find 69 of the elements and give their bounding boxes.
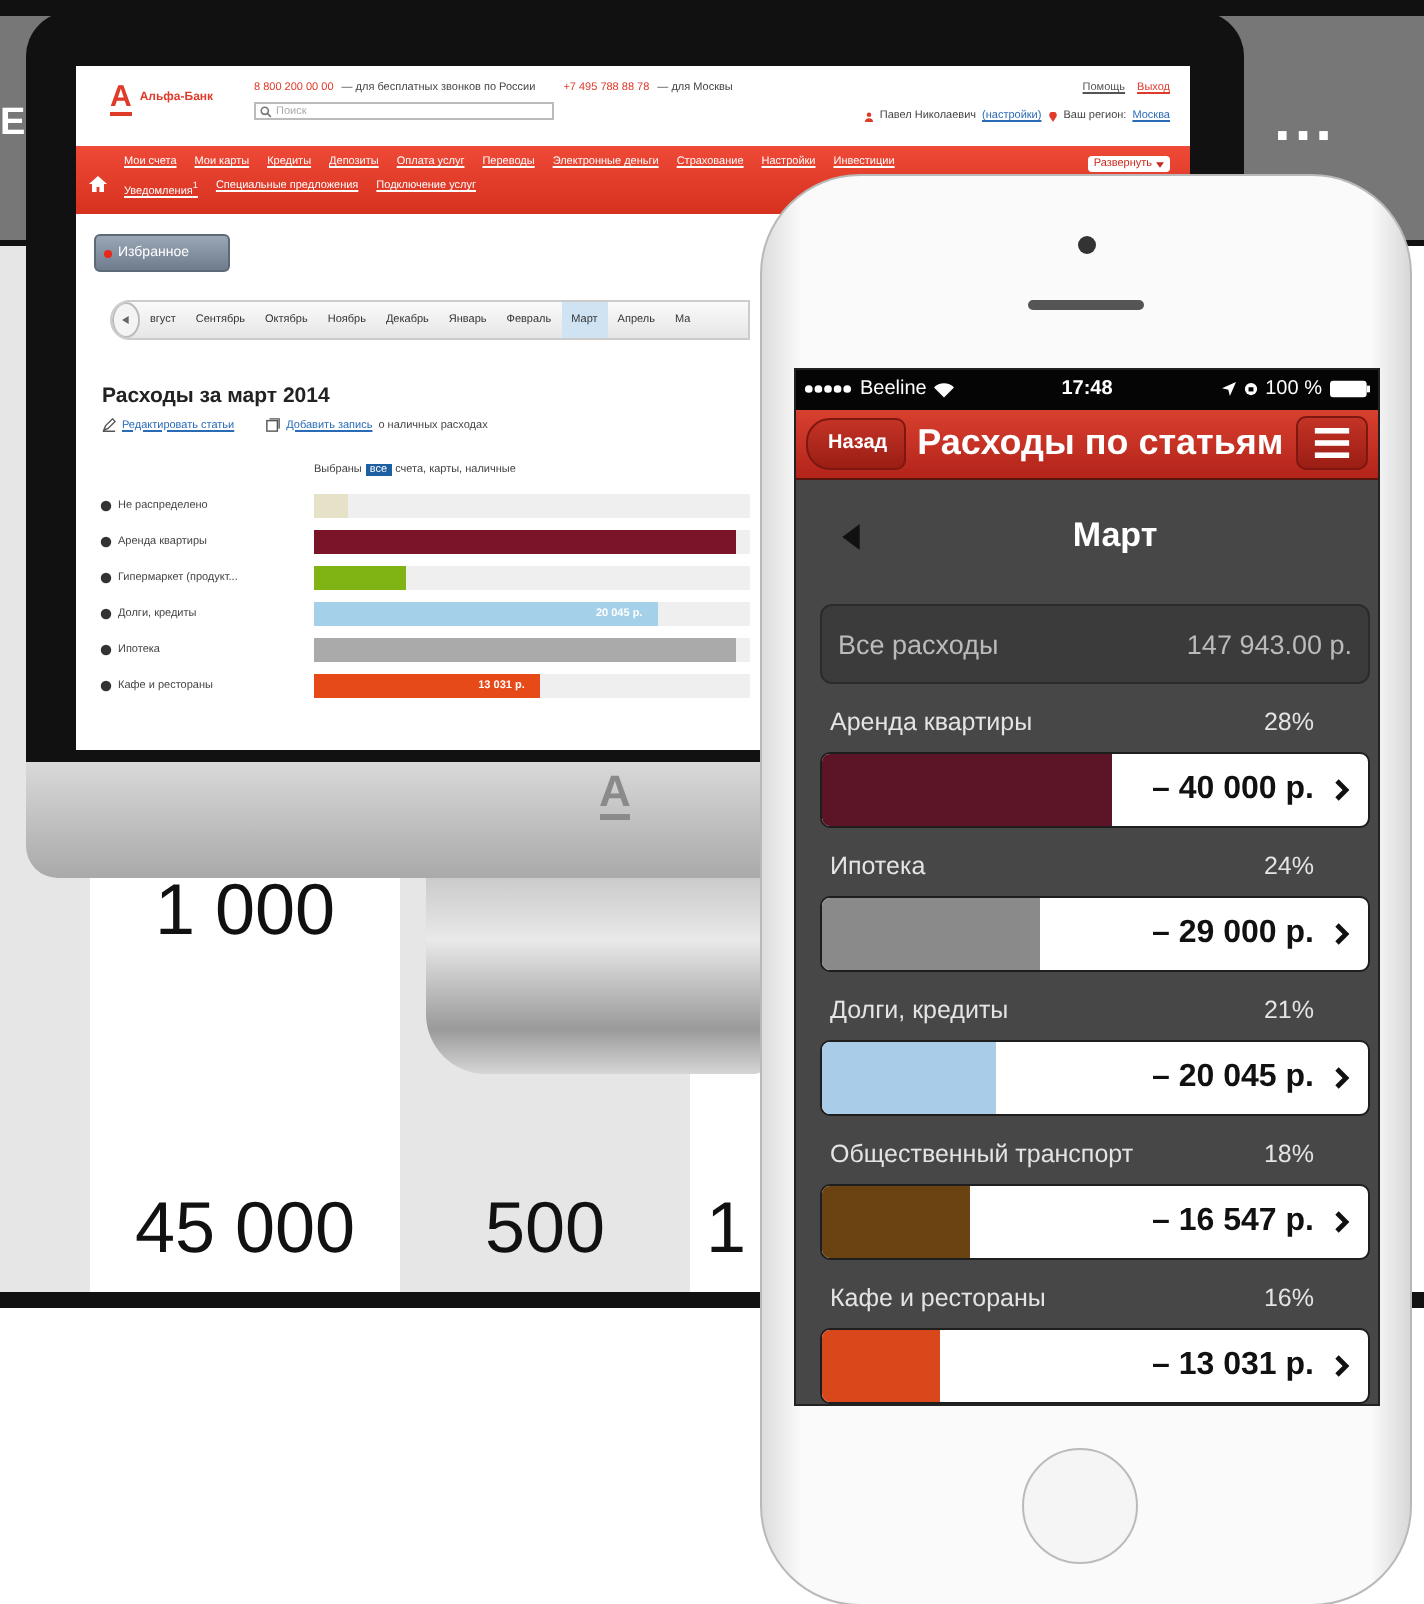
table-cell: 1 000 bbox=[154, 874, 336, 946]
category-icon bbox=[100, 500, 112, 512]
menu-button[interactable] bbox=[1295, 416, 1368, 471]
chevron-icon bbox=[1334, 922, 1350, 946]
total-row[interactable]: Все расходы 147 943.00 р. bbox=[820, 604, 1370, 684]
heading-fragment: Е bbox=[0, 104, 26, 142]
category-bar[interactable]: – 16 547 р. bbox=[820, 1184, 1370, 1260]
caret-icon bbox=[1156, 161, 1164, 167]
document-icon bbox=[266, 418, 281, 432]
location-arrow-icon bbox=[1221, 382, 1236, 397]
chin-logo: А bbox=[599, 770, 631, 820]
dot-icon bbox=[104, 249, 112, 257]
lock-rotation-icon bbox=[1243, 382, 1258, 397]
category-share: 28% bbox=[1263, 708, 1314, 736]
signal-icon bbox=[804, 384, 852, 395]
screen-title: Расходы по статьям bbox=[917, 422, 1284, 465]
category-amount: – 40 000 р. bbox=[1152, 772, 1314, 808]
battery-icon bbox=[1329, 380, 1370, 399]
category-bar[interactable]: – 40 000 р. bbox=[820, 752, 1370, 828]
category-name: Общественный транспорт bbox=[830, 1140, 1134, 1168]
category-amount: – 16 547 р. bbox=[1152, 1204, 1314, 1240]
category-share: 18% bbox=[1263, 1140, 1314, 1168]
category-share: 16% bbox=[1263, 1284, 1314, 1312]
chevron-icon bbox=[1334, 1354, 1350, 1378]
back-button[interactable]: Назад bbox=[806, 417, 906, 470]
chevron-icon bbox=[1334, 1066, 1350, 1090]
previous-month-icon[interactable] bbox=[842, 523, 860, 549]
category-amount: – 29 000 р. bbox=[1152, 916, 1314, 952]
category-icon bbox=[100, 572, 112, 584]
pin-icon bbox=[1047, 111, 1058, 121]
category-icon bbox=[100, 608, 112, 620]
category-share: 24% bbox=[1263, 852, 1314, 880]
page-heading: Расходы за март 2014 bbox=[102, 384, 332, 408]
pencil-icon bbox=[102, 418, 116, 432]
table-cell: 45 000 bbox=[134, 1192, 356, 1264]
category-name: Кафе и рестораны bbox=[830, 1284, 1046, 1312]
category-name: Ипотека bbox=[830, 852, 926, 880]
table-cell: 1 bbox=[706, 1192, 747, 1264]
status-time: 17:48 bbox=[1061, 378, 1113, 401]
chevron-icon bbox=[1334, 778, 1350, 802]
speaker-icon bbox=[1028, 300, 1144, 310]
category-icon bbox=[100, 680, 112, 692]
person-icon bbox=[863, 111, 874, 121]
category-bar[interactable]: – 13 031 р. bbox=[820, 1328, 1370, 1404]
month-title: Март bbox=[1072, 516, 1158, 556]
category-icon bbox=[100, 644, 112, 656]
chevron-icon bbox=[1334, 1210, 1350, 1234]
carrier-name: Beeline bbox=[860, 378, 927, 401]
category-name: Аренда квартиры bbox=[830, 708, 1033, 736]
triangle-icon bbox=[122, 316, 130, 324]
menu-icon bbox=[1313, 428, 1350, 459]
category-amount: – 13 031 р. bbox=[1152, 1348, 1314, 1384]
category-bar[interactable]: – 20 045 р. bbox=[820, 1040, 1370, 1116]
camera-icon bbox=[1078, 236, 1096, 254]
category-bar[interactable]: – 29 000 р. bbox=[820, 896, 1370, 972]
search-icon bbox=[260, 105, 272, 117]
total-value: 147 943.00 р. bbox=[1186, 629, 1352, 659]
category-icon bbox=[100, 536, 112, 548]
category-share: 21% bbox=[1263, 996, 1314, 1024]
total-label: Все расходы bbox=[838, 629, 999, 659]
category-amount: – 20 045 р. bbox=[1152, 1060, 1314, 1096]
category-name: Долги, кредиты bbox=[830, 996, 1009, 1024]
battery-percent: 100 % bbox=[1265, 378, 1322, 401]
home-icon[interactable] bbox=[88, 174, 108, 194]
ellipsis-text: ... bbox=[1273, 92, 1336, 152]
bank-logo-mark: А bbox=[110, 82, 132, 116]
previous-button[interactable] bbox=[112, 302, 140, 338]
table-cell: 500 bbox=[484, 1192, 606, 1264]
wifi-icon bbox=[934, 381, 955, 398]
